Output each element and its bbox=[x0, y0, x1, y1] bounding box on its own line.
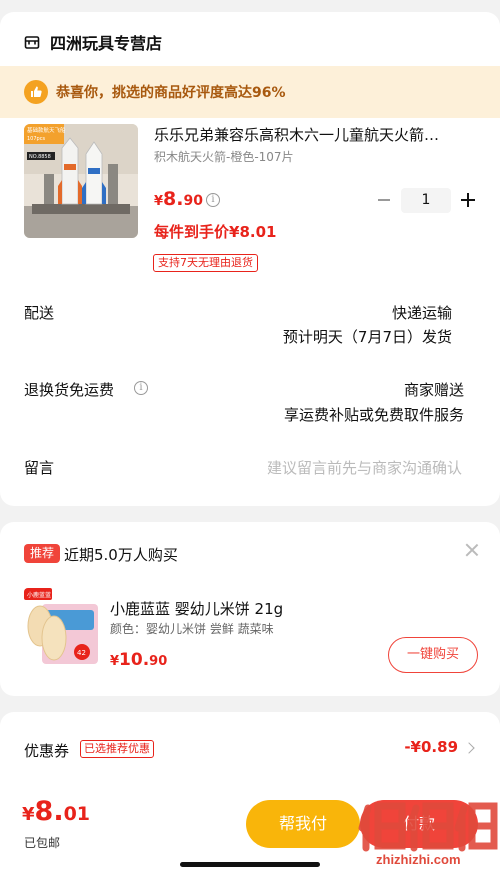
recommend-tag: 推荐 bbox=[24, 544, 61, 563]
recommend-product-image[interactable]: 小鹿蓝蓝 42 bbox=[24, 588, 100, 672]
price-info-icon[interactable]: i bbox=[206, 193, 220, 207]
quantity-input[interactable]: 1 bbox=[401, 188, 451, 213]
product-price: ¥8.90 bbox=[154, 188, 203, 210]
total-int: 8. bbox=[34, 796, 64, 827]
recommend-product-options: 颜色：婴幼儿米饼 尝鲜 蔬菜味 bbox=[110, 622, 274, 636]
box-label-1: 基础款航天飞船 bbox=[27, 126, 66, 134]
product-spec[interactable]: 积木航天火箭-橙色-107片 bbox=[154, 148, 294, 165]
recommend-price: ¥10.90 bbox=[110, 650, 167, 670]
thumbs-up-icon bbox=[24, 80, 48, 104]
watermark-text: zhizhizhi.com bbox=[376, 852, 461, 867]
rec-price-int: 10. bbox=[119, 650, 150, 670]
deal-price: 每件到手价¥8.01 bbox=[154, 223, 277, 241]
price-int: 8. bbox=[163, 188, 184, 210]
help-pay-button[interactable]: 帮我付 bbox=[246, 800, 360, 848]
store-name[interactable]: 四洲玩具专营店 bbox=[50, 30, 162, 54]
rec-price-dec: 90 bbox=[149, 654, 168, 669]
rec-price-currency: ¥ bbox=[110, 654, 120, 669]
store-header[interactable]: 四洲玩具专营店 bbox=[24, 30, 162, 54]
quantity-increase-button[interactable] bbox=[458, 190, 478, 210]
coupon-label[interactable]: 优惠券 bbox=[24, 740, 69, 761]
recommend-img-badge-2: 42 bbox=[77, 649, 86, 657]
return-shipping-label: 退换货免运费 bbox=[24, 381, 115, 399]
price-dec: 90 bbox=[183, 193, 203, 209]
delivery-method: 快递运输 bbox=[391, 304, 452, 322]
praise-text: 恭喜你，挑选的商品好评度高达96% bbox=[56, 85, 286, 101]
recommend-img-badge: 小鹿蓝蓝 bbox=[27, 591, 51, 599]
total-currency: ¥ bbox=[22, 804, 35, 825]
coupon-value[interactable]: -¥0.89 bbox=[404, 738, 458, 756]
praise-banner: 恭喜你，挑选的商品好评度高达96% bbox=[0, 66, 500, 118]
return-policy-badge: 支持7天无理由退货 bbox=[153, 254, 258, 272]
delivery-label: 配送 bbox=[24, 304, 55, 322]
message-label: 留言 bbox=[24, 459, 55, 477]
product-image[interactable]: 基础款航天飞船 107pcs NO.8858 bbox=[24, 124, 138, 238]
return-shipping-detail: 享运费补贴或免费取件服务 bbox=[283, 406, 464, 424]
price-currency: ¥ bbox=[154, 194, 164, 209]
home-indicator bbox=[180, 862, 320, 867]
store-icon bbox=[24, 36, 40, 49]
close-icon[interactable] bbox=[464, 542, 480, 558]
message-input[interactable]: 建议留言前先与商家沟通确认 bbox=[267, 457, 462, 478]
coupon-badge: 已选推荐优惠 bbox=[80, 740, 154, 758]
pay-button[interactable]: 付款 bbox=[360, 800, 478, 848]
total-dec: 01 bbox=[63, 803, 91, 825]
one-click-buy-button[interactable]: 一键购买 bbox=[388, 637, 478, 673]
quantity-decrease-button[interactable] bbox=[375, 189, 393, 211]
return-info-icon[interactable]: i bbox=[134, 381, 148, 395]
product-title[interactable]: 乐乐兄弟兼容乐高积木六一儿童航天火箭… bbox=[154, 124, 472, 145]
total-price: ¥8.01 bbox=[22, 796, 90, 827]
recommend-title: 近期5.0万人购买 bbox=[64, 546, 178, 564]
box-label-2: 107pcs bbox=[27, 136, 45, 142]
recommend-product-name[interactable]: 小鹿蓝蓝 婴幼儿米饼 21g bbox=[110, 598, 283, 619]
return-shipping-value: 商家赠送 bbox=[403, 381, 464, 399]
shipping-free-text: 已包邮 bbox=[24, 836, 61, 850]
box-label-3: NO.8858 bbox=[29, 154, 51, 160]
delivery-eta: 预计明天（7月7日）发货 bbox=[282, 328, 452, 346]
